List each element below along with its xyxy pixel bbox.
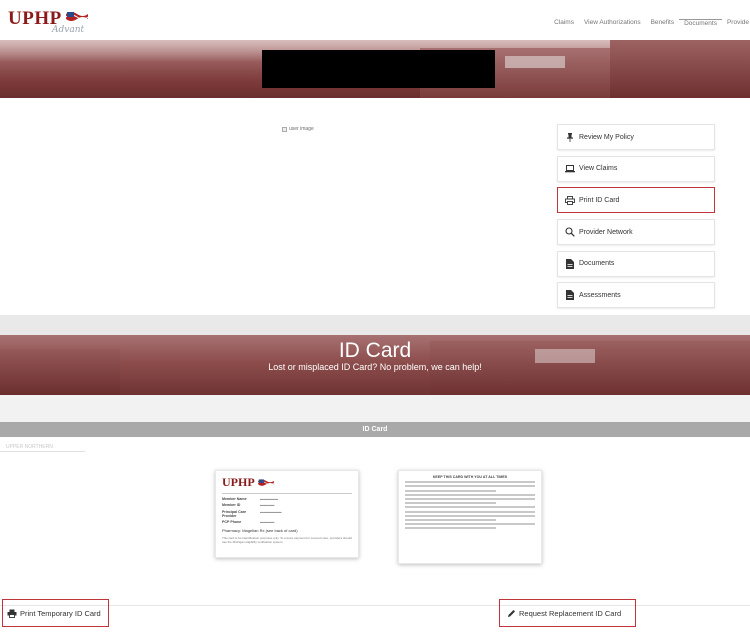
id-card-front: UPHP Member Name ▬▬▬▬▬ Member ID ▬▬▬▬ Prin… [215,470,359,558]
id-hero-banner: ID Card Lost or misplaced ID Card? No pr… [0,335,750,395]
divider [0,451,85,452]
page-subtitle: Lost or misplaced ID Card? No problem, w… [268,362,482,372]
screenshot-divider [0,315,750,335]
building-image [610,40,750,98]
spacer-band [0,395,750,422]
menu-assessments[interactable]: Assessments [557,282,715,309]
menu-print-id-card[interactable]: Print ID Card [557,187,715,214]
broken-image-icon [282,126,287,132]
portal-screenshot: UPHP Advant Claims View Authorizations B… [0,0,750,315]
document-icon [565,258,575,269]
portal-main: user image Review My Policy View Claims … [0,98,750,315]
menu-documents[interactable]: Documents [557,250,715,277]
top-navbar: UPHP Advant Claims View Authorizations B… [0,0,750,42]
menu-label: Assessments [579,291,621,299]
document-icon [565,290,575,301]
id-card-screenshot: ID Card Lost or misplaced ID Card? No pr… [0,335,750,633]
print-temporary-id-card-button[interactable]: Print Temporary ID Card [2,599,109,627]
card-logo: UPHP [222,475,352,490]
card-back-title: KEEP THIS CARD WITH YOU AT ALL TIMES [432,475,508,479]
menu-label: Review My Policy [579,133,634,141]
menu-view-claims[interactable]: View Claims [557,155,715,182]
menu-label: Documents [579,260,615,268]
faint-tab-label: UPPER NORTHERN [6,444,53,450]
uphp-logo[interactable]: UPHP Advant [8,8,89,36]
member-id-label: Member ID [222,503,241,507]
card-logo-text: UPHP [222,475,255,489]
menu-label: Print ID Card [579,196,620,204]
section-header: ID Card [0,422,750,437]
menu-label: Provider Network [579,228,633,236]
menu-provider-network[interactable]: Provider Network [557,219,715,246]
pin-icon [565,132,575,142]
logo-subtitle: Advant [52,25,85,35]
id-card-back: KEEP THIS CARD WITH YOU AT ALL TIMES [398,470,542,564]
laptop-icon [565,164,575,174]
broken-image-alt: user image [289,126,314,132]
print-button-label: Print Temporary ID Card [20,608,101,618]
page-title: ID Card [338,339,412,362]
flag-icon [257,478,274,486]
search-icon [565,227,575,237]
nav-benefits[interactable]: Benefits [646,19,680,27]
redacted-block [262,50,495,88]
card-note: This card is for identification purposes… [222,536,352,544]
printer-icon [7,609,17,618]
request-replacement-id-card-button[interactable]: Request Replacement ID Card [499,599,636,627]
user-image-placeholder: user image [282,126,314,132]
menu-label: View Claims [579,165,618,173]
main-nav: Claims View Authorizations Benefits Docu… [549,19,750,27]
pcp-label: Principal Care Provider [222,510,247,518]
quick-links-menu: Review My Policy View Claims Print ID Ca… [557,124,715,314]
menu-review-my-policy[interactable]: Review My Policy [557,124,715,150]
pcp-phone-label: PCP Phone [222,520,242,524]
nav-claims[interactable]: Claims [549,19,579,27]
replace-button-label: Request Replacement ID Card [519,608,622,618]
divider [0,605,750,606]
member-name-label: Member Name [222,497,247,501]
printer-icon [565,195,575,205]
pencil-icon [507,609,516,618]
nav-documents[interactable]: Documents [679,19,722,27]
pharmacy-line: Pharmacy: Magellan Rx (see back of card) [222,528,298,533]
flag-icon [65,12,89,21]
nav-view-authorizations[interactable]: View Authorizations [579,19,646,27]
nav-provider[interactable]: Provide [722,19,750,27]
hero-banner [0,40,750,98]
